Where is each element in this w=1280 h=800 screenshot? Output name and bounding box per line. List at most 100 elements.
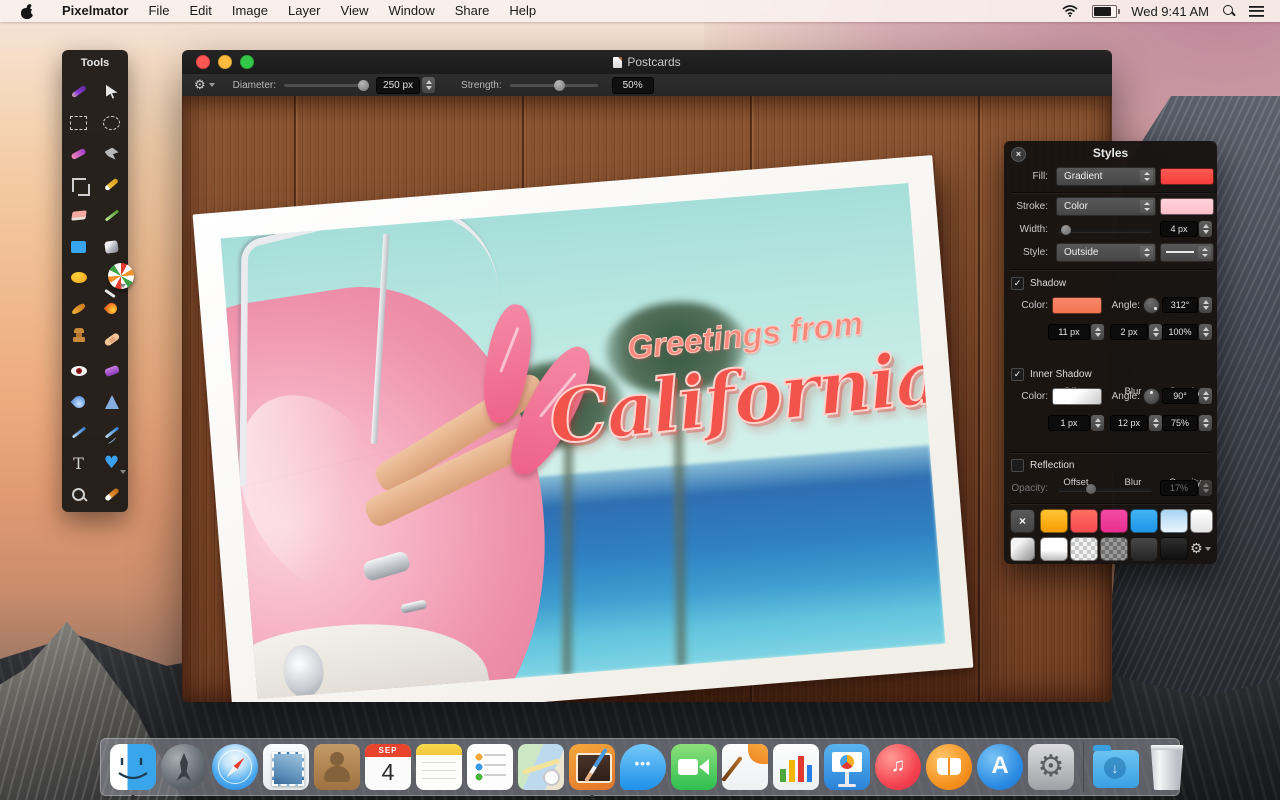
dock-appstore[interactable]: A [977,744,1023,790]
width-stepper[interactable] [1199,221,1212,237]
burn-flame-tool[interactable] [102,299,122,319]
menu-app-name[interactable]: Pixelmator [52,0,138,22]
inner-shadow-offset-stepper[interactable] [1091,415,1104,431]
swatch-no-style[interactable]: × [1010,509,1035,533]
reflection-opacity-stepper[interactable] [1199,480,1212,496]
dock-contacts[interactable] [314,744,360,790]
diameter-slider-thumb[interactable] [358,80,369,91]
swatch-magenta[interactable] [1100,509,1128,533]
menu-image[interactable]: Image [222,0,278,22]
width-slider[interactable] [1058,229,1152,233]
style-dropdown[interactable]: Outside [1056,243,1156,262]
healing-bandage-tool[interactable] [102,330,122,350]
wifi-icon[interactable] [1062,5,1078,17]
sponge-tool[interactable] [102,361,122,381]
dock-calendar[interactable]: SEP 4 [365,744,411,790]
dock-downloads[interactable] [1093,744,1139,790]
shadow-opacity-stepper[interactable] [1199,324,1212,340]
blur-drop-tool[interactable] [69,392,89,412]
swatch-white[interactable] [1190,509,1213,533]
apple-menu-icon[interactable] [21,4,34,19]
dock-pages[interactable] [722,744,768,790]
inner-shadow-blur-stepper[interactable] [1149,415,1162,431]
stroke-dropdown[interactable]: Color [1056,197,1156,216]
reflection-checkbox[interactable] [1011,459,1024,472]
menu-edit[interactable]: Edit [179,0,221,22]
reflection-opacity-thumb[interactable] [1086,484,1096,494]
slice-knife-tool[interactable] [102,175,122,195]
diameter-value-field[interactable]: 250 px [376,77,420,94]
swatch-gray-checker[interactable] [1100,537,1128,561]
lollipop-paint-tool[interactable] [102,268,122,288]
inner-shadow-checkbox[interactable]: ✓ [1011,368,1024,381]
zoom-magnifier-tool[interactable] [69,485,89,505]
stroke-color-swatch[interactable] [1160,198,1214,215]
dock-reminders[interactable] [467,744,513,790]
swatch-dark-gray[interactable] [1130,537,1158,561]
rect-marquee-tool[interactable] [69,113,89,133]
dock-messages[interactable]: ••• [620,744,666,790]
red-eye-tool[interactable] [69,361,89,381]
battery-icon[interactable] [1092,5,1117,18]
swatch-orange[interactable] [1040,509,1068,533]
purple-pen-tool[interactable] [69,82,89,102]
dock-itunes[interactable]: ♫ [875,744,921,790]
inner-shadow-angle-knob[interactable] [1143,388,1160,405]
type-tool[interactable]: T [69,454,89,474]
shadow-angle-field[interactable]: 312° [1162,297,1198,313]
swatch-sky-gradient[interactable] [1160,509,1188,533]
width-slider-thumb[interactable] [1061,225,1071,235]
swatch-silver-gradient[interactable] [1010,537,1035,561]
pen-tool[interactable] [69,423,89,443]
swatch-gear-button[interactable]: ⚙ [1190,541,1211,557]
shadow-checkbox[interactable]: ✓ [1011,277,1024,290]
clone-stamp-tool[interactable] [69,330,89,350]
swatch-white-gray[interactable] [1040,537,1068,561]
width-value-field[interactable]: 4 px [1160,221,1198,237]
dodge-tool[interactable] [69,299,89,319]
menu-clock[interactable]: Wed 9:41 AM [1131,4,1209,19]
menu-share[interactable]: Share [445,0,500,22]
diameter-slider[interactable] [284,84,368,87]
shadow-opacity-field[interactable]: 100% [1162,324,1198,340]
dock-system-preferences[interactable]: ⚙ [1028,744,1074,790]
dock-safari[interactable] [212,744,258,790]
lasso-tool[interactable] [69,144,89,164]
sharpen-cone-tool[interactable] [102,392,122,412]
heart-shape-tool[interactable]: ♥ [102,454,122,474]
menu-help[interactable]: Help [499,0,546,22]
menu-file[interactable]: File [138,0,179,22]
shadow-blur-field[interactable]: 2 px [1110,324,1148,340]
postcard-layer[interactable]: Greetings from California [193,155,974,702]
swatch-light-checker[interactable] [1070,537,1098,561]
dock-finder[interactable] [110,744,156,790]
gear-menu-button[interactable]: ⚙ [194,79,215,92]
dock-pixelmator[interactable] [569,744,615,790]
reflection-opacity-field[interactable]: 17% [1160,480,1198,496]
inner-shadow-angle-stepper[interactable] [1199,388,1212,404]
green-pencil-tool[interactable] [102,206,122,226]
fill-dropdown[interactable]: Gradient [1056,167,1156,186]
dock-launchpad[interactable] [161,744,207,790]
strength-slider-thumb[interactable] [554,80,565,91]
dock-trash[interactable] [1144,744,1190,790]
shadow-angle-knob[interactable] [1143,297,1160,314]
reflection-opacity-slider[interactable] [1058,488,1152,492]
shadow-offset-stepper[interactable] [1091,324,1104,340]
diameter-stepper[interactable] [422,77,435,93]
spotlight-search-icon[interactable] [1223,5,1235,17]
dock-notes[interactable] [416,744,462,790]
inner-shadow-angle-field[interactable]: 90° [1162,388,1198,404]
eraser-tool[interactable] [69,206,89,226]
ellipse-shape-tool[interactable] [69,268,89,288]
polygonal-lasso-tool[interactable] [102,144,122,164]
shadow-blur-stepper[interactable] [1149,324,1162,340]
window-titlebar[interactable]: Postcards [182,50,1112,74]
shadow-angle-stepper[interactable] [1199,297,1212,313]
inner-shadow-opacity-field[interactable]: 75% [1162,415,1198,431]
dock-ibooks[interactable] [926,744,972,790]
menu-view[interactable]: View [331,0,379,22]
swatch-red[interactable] [1070,509,1098,533]
rect-shape-tool[interactable] [69,237,89,257]
dock-numbers[interactable] [773,744,819,790]
